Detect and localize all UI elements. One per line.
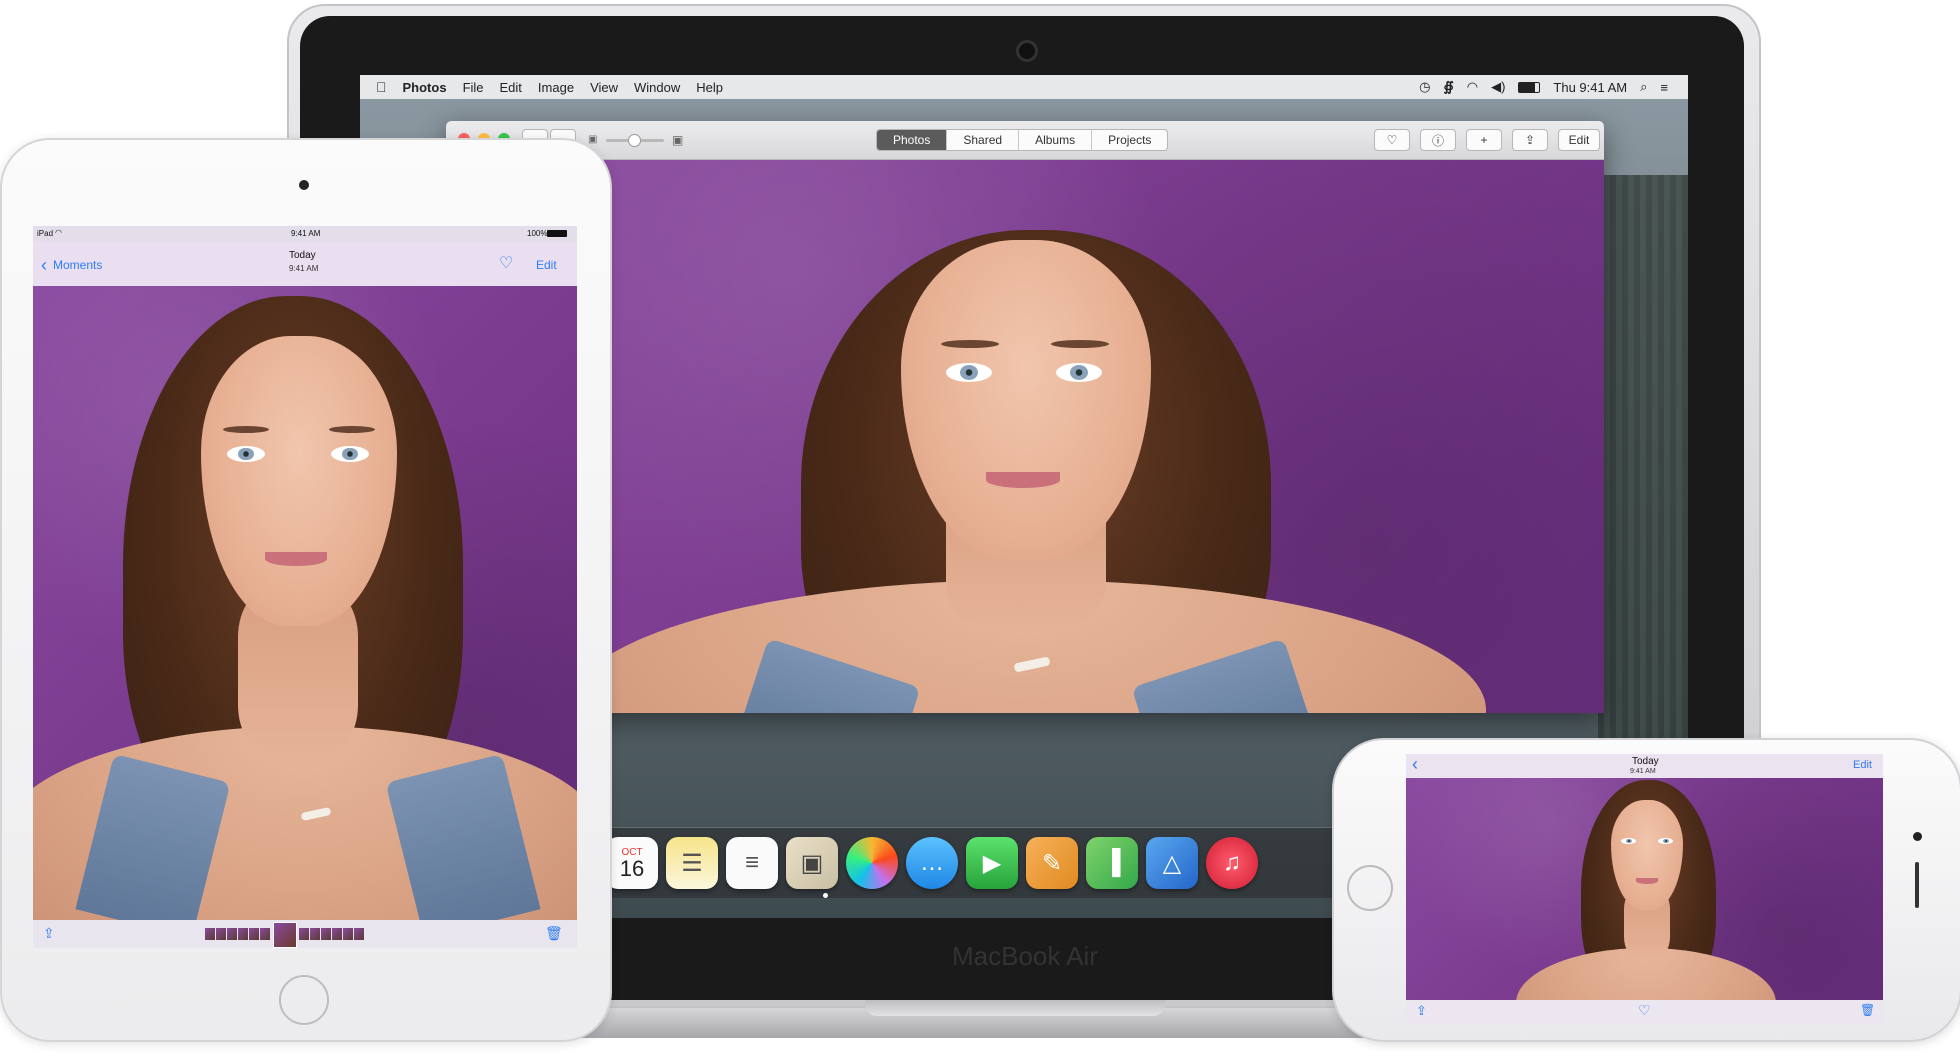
thumbnail[interactable] <box>205 928 215 940</box>
heart-icon[interactable]: ♡ <box>1374 129 1410 151</box>
thumbnail-strip[interactable] <box>205 920 405 948</box>
menu-view[interactable]: View <box>590 80 618 95</box>
share-icon[interactable]: ⇪ <box>1512 129 1548 151</box>
calendar-icon[interactable]: OCT 16 <box>606 837 658 889</box>
calendar-day: 16 <box>619 855 645 881</box>
iphone-camera <box>1913 832 1922 841</box>
wifi-icon: ◠ <box>55 228 62 237</box>
back-chevron-icon[interactable]: ‹ <box>1412 754 1418 775</box>
edit-button[interactable]: Edit <box>1558 129 1600 151</box>
ipad-home-button[interactable] <box>279 975 329 1025</box>
ipad-screen: iPad ◠ 9:41 AM 100% ‹ Moments Today 9:41… <box>33 226 577 948</box>
wifi-icon[interactable]: ◠ <box>1467 79 1478 95</box>
thumbnail-selected[interactable] <box>273 922 297 948</box>
iphone-toolbar: ⇪ ♡ 🗑 <box>1406 1000 1883 1024</box>
photos-toolbar: ‹ ▭ ▣ ▣ Photos Shared Albums Projects ♡ … <box>446 121 1604 160</box>
menu-extras: ◷ ∯ ◠ ◀) Thu 9:41 AM ⌕ ≡ <box>1419 79 1688 95</box>
thumbnail[interactable] <box>332 928 342 940</box>
trash-icon[interactable]: 🗑 <box>545 925 563 942</box>
ipad-carrier: iPad <box>37 229 54 238</box>
ipad-photo[interactable] <box>33 286 577 920</box>
tab-photos[interactable]: Photos <box>877 130 948 150</box>
main-photo[interactable] <box>446 160 1604 713</box>
nav-title: Today <box>289 250 316 261</box>
thumbnail[interactable] <box>299 928 309 940</box>
tab-projects[interactable]: Projects <box>1092 130 1167 150</box>
photos-icon[interactable] <box>846 837 898 889</box>
preview-icon[interactable]: ▣ <box>786 837 838 889</box>
back-button[interactable]: Moments <box>53 258 102 272</box>
itunes-icon[interactable]: ♫ <box>1206 837 1258 889</box>
ipad-time: 9:41 AM <box>291 229 321 238</box>
iphone-speaker <box>1915 862 1919 908</box>
thumbnail[interactable] <box>260 928 270 940</box>
menu-edit[interactable]: Edit <box>500 80 522 95</box>
apple-menu-icon[interactable]:  <box>376 79 387 95</box>
keynote-icon[interactable]: △ <box>1146 837 1198 889</box>
spotlight-icon[interactable]: ⌕ <box>1640 79 1647 95</box>
iphone-screen: ‹ Today 9:41 AM Edit ⇪ ♡ 🗑 <box>1406 754 1883 1024</box>
messages-icon[interactable]: … <box>906 837 958 889</box>
macbook-camera <box>1016 40 1038 62</box>
facetime-icon[interactable]: ▶ <box>966 837 1018 889</box>
thumbnail[interactable] <box>354 928 364 940</box>
iphone-photo[interactable] <box>1406 778 1883 1000</box>
macbook-notch <box>865 1000 1165 1016</box>
iphone-home-button[interactable] <box>1347 865 1393 911</box>
thumbnail[interactable] <box>216 928 226 940</box>
view-tabs: Photos Shared Albums Projects <box>876 129 1169 151</box>
back-chevron-icon[interactable]: ‹ <box>41 255 47 276</box>
iphone-nav-bar: ‹ Today 9:41 AM Edit <box>1406 754 1883 778</box>
nav-title: Today <box>1632 756 1659 767</box>
tab-albums[interactable]: Albums <box>1019 130 1093 150</box>
info-icon[interactable]: ⓘ <box>1420 129 1456 151</box>
ipad-status-bar: iPad ◠ 9:41 AM 100% <box>33 226 577 242</box>
share-icon[interactable]: ⇪ <box>43 925 55 942</box>
notes-icon[interactable]: ☰ <box>666 837 718 889</box>
ipad-toolbar: ⇪ 🗑 <box>33 920 577 948</box>
pages-icon[interactable]: ✎ <box>1026 837 1078 889</box>
plus-icon[interactable]: + <box>1466 129 1502 151</box>
edit-button[interactable]: Edit <box>536 258 557 272</box>
menu-window[interactable]: Window <box>634 80 680 95</box>
time-machine-icon[interactable]: ◷ <box>1419 79 1430 95</box>
thumbnail[interactable] <box>321 928 331 940</box>
photos-window: ‹ ▭ ▣ ▣ Photos Shared Albums Projects ♡ … <box>446 121 1604 713</box>
thumbnail[interactable] <box>310 928 320 940</box>
notification-center-icon[interactable]: ≡ <box>1660 80 1668 95</box>
volume-icon[interactable]: ◀) <box>1491 79 1505 95</box>
tab-shared[interactable]: Shared <box>947 130 1020 150</box>
menu-file[interactable]: File <box>463 80 484 95</box>
menu-clock[interactable]: Thu 9:41 AM <box>1553 80 1627 95</box>
heart-icon[interactable]: ♡ <box>1638 1002 1651 1019</box>
thumbnail[interactable] <box>227 928 237 940</box>
menu-app-name[interactable]: Photos <box>403 80 447 95</box>
nav-subtitle: 9:41 AM <box>1630 768 1656 775</box>
numbers-icon[interactable]: ▐ <box>1086 837 1138 889</box>
ipad-camera <box>299 180 309 190</box>
heart-icon[interactable]: ♡ <box>499 253 513 273</box>
large-thumb-icon: ▣ <box>672 133 684 147</box>
edit-button[interactable]: Edit <box>1853 759 1872 771</box>
trash-icon[interactable]: 🗑 <box>1860 1003 1875 1017</box>
zoom-slider[interactable] <box>606 134 664 147</box>
dock-running-indicator <box>823 893 828 898</box>
nav-subtitle: 9:41 AM <box>289 264 319 273</box>
small-thumb-icon: ▣ <box>588 134 598 145</box>
menu-help[interactable]: Help <box>696 80 723 95</box>
bluetooth-icon[interactable]: ∯ <box>1443 79 1453 95</box>
battery-icon <box>547 230 567 237</box>
macbook-label: MacBook Air <box>952 941 1098 971</box>
menu-image[interactable]: Image <box>538 80 574 95</box>
thumbnail[interactable] <box>343 928 353 940</box>
thumbnail[interactable] <box>238 928 248 940</box>
battery-icon[interactable] <box>1518 81 1541 93</box>
thumbnail[interactable] <box>249 928 259 940</box>
menu-bar:  Photos File Edit Image View Window Hel… <box>360 75 1688 99</box>
ipad-nav-bar: ‹ Moments Today 9:41 AM ♡ Edit <box>33 242 577 286</box>
reminders-icon[interactable]: ≡ <box>726 837 778 889</box>
ipad-battery-text: 100% <box>527 229 548 238</box>
share-icon[interactable]: ⇪ <box>1416 1003 1427 1019</box>
